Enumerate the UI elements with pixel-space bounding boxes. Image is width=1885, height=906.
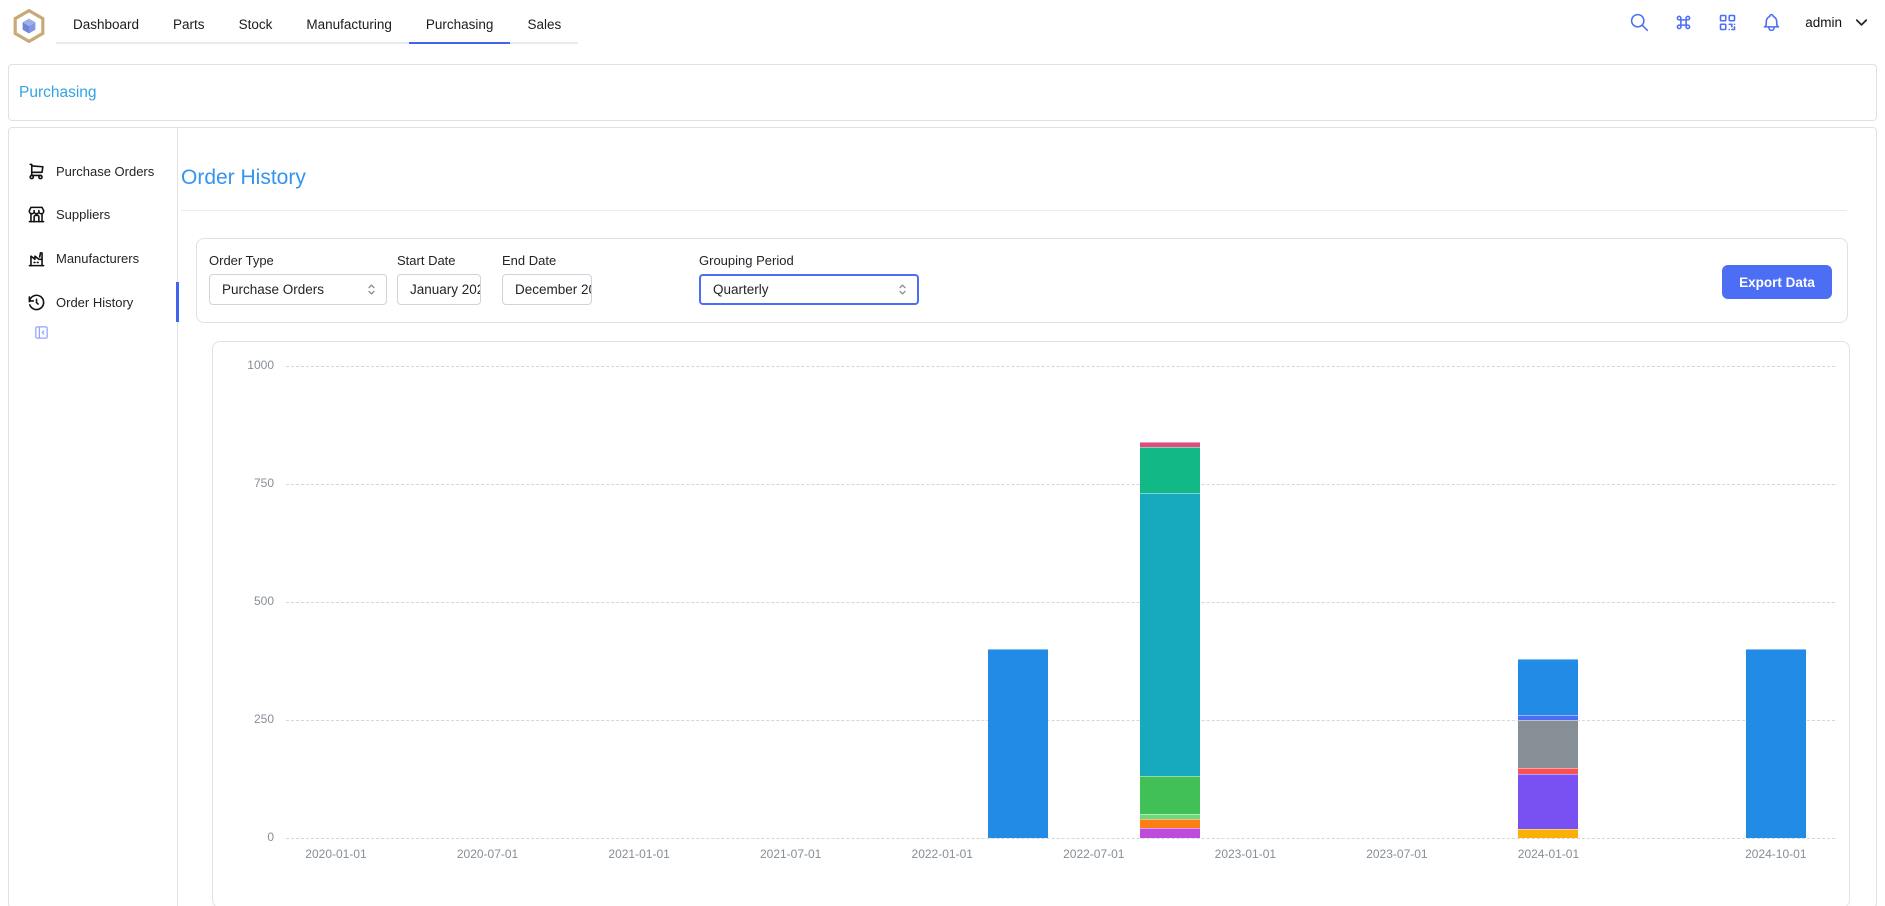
order-history-chart: 0 250 500 750 1000 2020-01-01 2020-07-01 2021-0… xyxy=(212,341,1850,906)
content-panel: Purchase Orders Suppliers xyxy=(8,127,1877,906)
x-tick-label: 2021-01-01 xyxy=(584,847,694,861)
app-window: Dashboard Parts Stock Manufacturing Purc… xyxy=(0,0,1885,906)
y-tick-label: 250 xyxy=(213,712,274,726)
bar-segment-2024-01-01[interactable] xyxy=(1518,829,1578,838)
navbar-actions: admin xyxy=(1629,12,1871,33)
end-date-input[interactable] xyxy=(502,274,592,305)
end-date-field: End Date xyxy=(502,253,592,305)
title-divider xyxy=(181,210,1847,211)
main-content: Order History Order Type Purchase Orders xyxy=(178,128,1876,906)
order-type-field: Order Type Purchase Orders xyxy=(209,253,387,305)
storefront-icon xyxy=(27,205,46,224)
y-gridline-500 xyxy=(286,602,1835,603)
sidebar-item-label: Purchase Orders xyxy=(56,164,154,179)
bar-segment-2024-01-01[interactable] xyxy=(1518,774,1578,829)
bar-segment-2024-01-01[interactable] xyxy=(1518,659,1578,716)
x-tick-label: 2024-01-01 xyxy=(1493,847,1603,861)
y-tick-label: 500 xyxy=(213,594,274,608)
bar-segment-2022-10-01[interactable] xyxy=(1140,828,1200,838)
x-tick-label: 2022-01-01 xyxy=(887,847,997,861)
start-date-field: Start Date xyxy=(397,253,481,305)
bar-segment-2022-10-01[interactable] xyxy=(1140,814,1200,819)
tab-purchasing[interactable]: Purchasing xyxy=(409,8,511,44)
y-tick-label: 750 xyxy=(213,476,274,490)
bar-segment-2024-01-01[interactable] xyxy=(1518,768,1578,774)
bell-icon[interactable] xyxy=(1761,12,1782,33)
search-icon[interactable] xyxy=(1629,12,1650,33)
tab-dashboard[interactable]: Dashboard xyxy=(56,8,156,42)
bar-segment-2022-10-01[interactable] xyxy=(1140,447,1200,493)
sidebar: Purchase Orders Suppliers xyxy=(9,128,178,906)
sidebar-item-order-history[interactable]: Order History xyxy=(27,282,133,322)
user-menu[interactable]: admin xyxy=(1805,13,1871,32)
sidebar-item-suppliers[interactable]: Suppliers xyxy=(27,194,110,234)
bar-segment-2022-10-01[interactable] xyxy=(1140,776,1200,814)
top-navbar: Dashboard Parts Stock Manufacturing Purc… xyxy=(0,0,1885,58)
sidebar-item-label: Manufacturers xyxy=(56,251,139,266)
tab-sales[interactable]: Sales xyxy=(510,8,578,42)
bar-segment-2024-01-01[interactable] xyxy=(1518,715,1578,720)
start-date-label: Start Date xyxy=(397,253,481,268)
x-tick-label: 2022-07-01 xyxy=(1039,847,1149,861)
y-gridline-750 xyxy=(286,484,1835,485)
grouping-period-field: Grouping Period Quarterly xyxy=(699,253,919,305)
order-type-label: Order Type xyxy=(209,253,387,268)
history-clock-icon xyxy=(27,293,46,312)
grouping-period-select[interactable]: Quarterly xyxy=(699,274,919,305)
bar-segment-2022-10-01[interactable] xyxy=(1140,819,1200,828)
selector-icon xyxy=(895,282,910,297)
tab-stock[interactable]: Stock xyxy=(222,8,290,42)
command-icon[interactable] xyxy=(1673,12,1694,33)
order-type-select[interactable]: Purchase Orders xyxy=(209,274,387,305)
filter-card: Order Type Purchase Orders Start Date xyxy=(196,238,1848,323)
end-date-label: End Date xyxy=(502,253,592,268)
y-gridline-1000 xyxy=(286,366,1835,367)
breadcrumb-link[interactable]: Purchasing xyxy=(19,84,97,102)
start-date-input[interactable] xyxy=(397,274,481,305)
factory-icon xyxy=(27,249,46,268)
shopping-cart-icon xyxy=(27,162,46,181)
sidebar-item-label: Suppliers xyxy=(56,207,110,222)
y-gridline-250 xyxy=(286,720,1835,721)
page-title: Order History xyxy=(181,166,306,190)
user-name: admin xyxy=(1805,15,1842,30)
collapse-sidebar-icon[interactable] xyxy=(33,324,50,341)
tab-manufacturing[interactable]: Manufacturing xyxy=(289,8,409,42)
x-tick-label: 2020-07-01 xyxy=(433,847,543,861)
grouping-period-label: Grouping Period xyxy=(699,253,919,268)
app-logo-icon[interactable] xyxy=(12,9,46,43)
barcode-scan-icon[interactable] xyxy=(1717,12,1738,33)
main-nav-tabs: Dashboard Parts Stock Manufacturing Purc… xyxy=(56,8,578,44)
y-tick-label: 0 xyxy=(213,830,274,844)
sidebar-item-purchase-orders[interactable]: Purchase Orders xyxy=(27,151,154,191)
breadcrumb-panel: Purchasing xyxy=(8,64,1877,121)
sidebar-item-manufacturers[interactable]: Manufacturers xyxy=(27,238,139,278)
bar-segment-2024-10-01[interactable] xyxy=(1746,649,1806,838)
selector-icon xyxy=(364,282,379,297)
x-tick-label: 2023-07-01 xyxy=(1342,847,1452,861)
y-tick-label: 1000 xyxy=(213,358,274,372)
bar-segment-2024-01-01[interactable] xyxy=(1518,720,1578,767)
x-tick-label: 2020-01-01 xyxy=(281,847,391,861)
x-tick-label: 2024-10-01 xyxy=(1721,847,1831,861)
y-gridline-0 xyxy=(286,838,1835,839)
bar-segment-2022-04-01[interactable] xyxy=(988,649,1048,838)
export-data-button[interactable]: Export Data xyxy=(1722,265,1832,299)
chevron-down-icon xyxy=(1852,13,1871,32)
bar-segment-2022-10-01[interactable] xyxy=(1140,493,1200,776)
sidebar-item-label: Order History xyxy=(56,295,133,310)
tab-parts[interactable]: Parts xyxy=(156,8,222,42)
x-tick-label: 2021-07-01 xyxy=(736,847,846,861)
x-tick-label: 2023-01-01 xyxy=(1190,847,1300,861)
bar-segment-2022-10-01[interactable] xyxy=(1140,442,1200,448)
